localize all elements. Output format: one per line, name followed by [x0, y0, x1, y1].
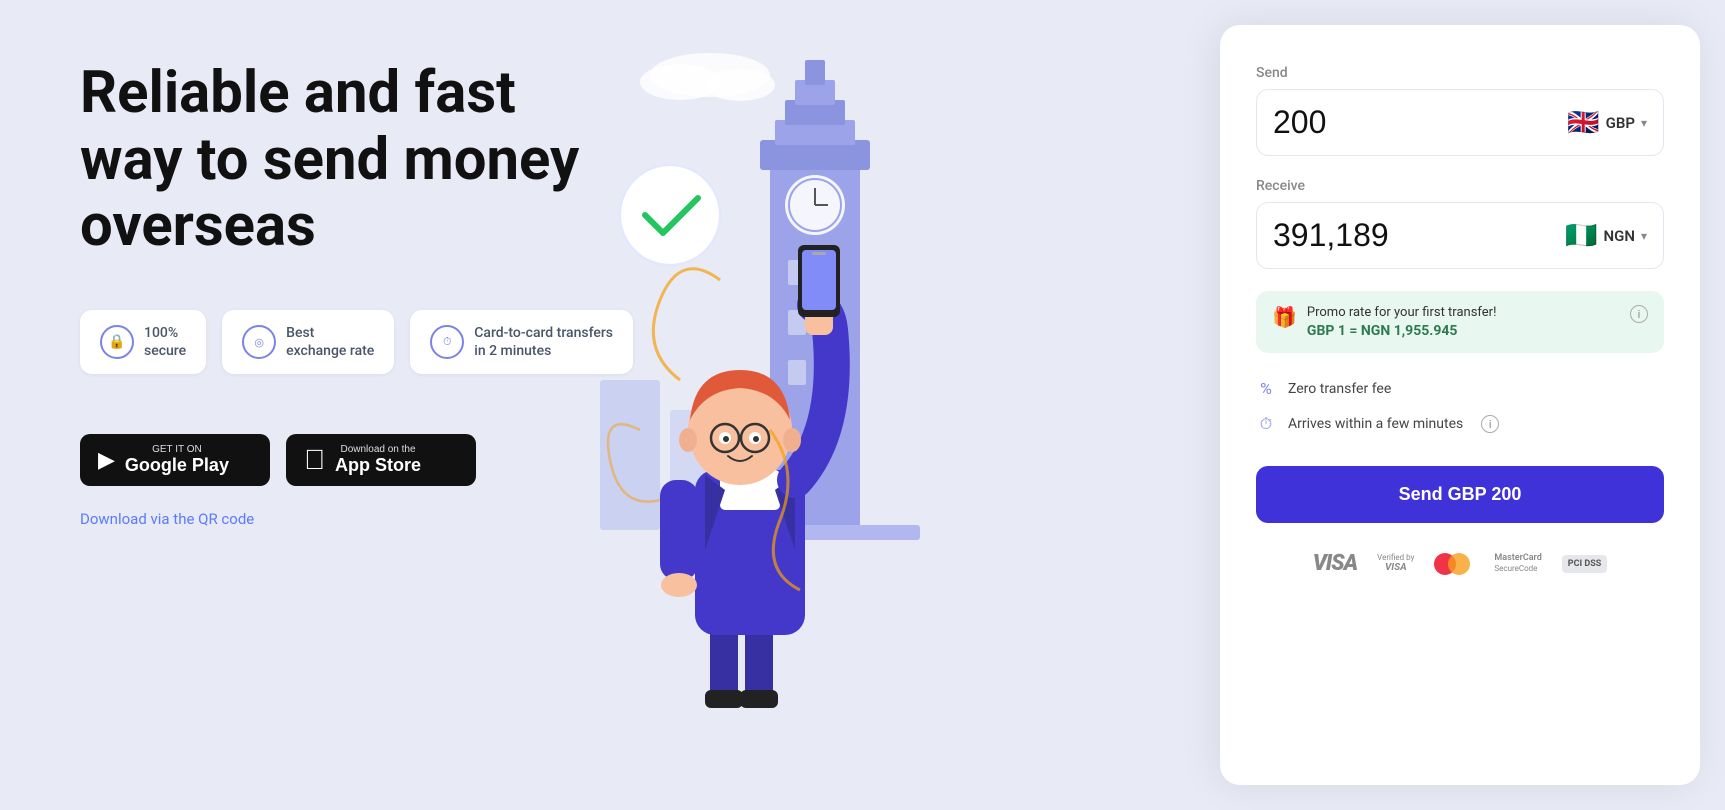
left-content: Reliable and fast way to send money over… — [0, 0, 1220, 810]
app-store-button[interactable]:  Download on the App Store — [286, 434, 476, 486]
google-play-icon: ▶ — [98, 447, 115, 473]
feature-rate: ◎ Bestexchange rate — [222, 310, 394, 374]
visa-logo: VISA — [1313, 551, 1357, 576]
secure-icon: 🔒 — [100, 325, 134, 359]
feature-speed: ⏱ Card-to-card transfersin 2 minutes — [410, 310, 633, 374]
app-store-top-text: Download on the — [335, 445, 421, 455]
features-row: 🔒 100%secure ◎ Bestexchange rate ⏱ Card-… — [80, 310, 1220, 374]
send-currency-code: GBP — [1606, 114, 1635, 132]
send-input-wrapper: 🇬🇧 GBP ▾ — [1256, 89, 1664, 156]
percent-icon: % — [1256, 379, 1276, 398]
send-amount-input[interactable] — [1273, 104, 1567, 141]
google-play-top-text: GET IT ON — [125, 445, 229, 455]
zero-fee-text: Zero transfer fee — [1288, 381, 1391, 397]
receive-amount-input[interactable] — [1273, 217, 1565, 254]
speed-icon: ⏱ — [430, 325, 464, 359]
rate-icon: ◎ — [242, 325, 276, 359]
promo-rate: GBP 1 = NGN 1,955.945 — [1307, 323, 1620, 339]
promo-title: Promo rate for your first transfer! — [1307, 305, 1620, 320]
qr-code-link[interactable]: Download via the QR code — [80, 510, 1220, 528]
google-play-main-text: Google Play — [125, 455, 229, 477]
promo-text-block: Promo rate for your first transfer! GBP … — [1307, 305, 1620, 339]
rate-label: Bestexchange rate — [286, 324, 374, 360]
receive-currency-selector[interactable]: 🇳🇬 NGN ▾ — [1565, 221, 1647, 251]
app-store-main-text: App Store — [335, 455, 421, 477]
arrives-info-icon[interactable]: i — [1481, 415, 1499, 433]
promo-banner: 🎁 Promo rate for your first transfer! GB… — [1256, 291, 1664, 353]
send-button[interactable]: Send GBP 200 — [1256, 466, 1664, 523]
send-currency-chevron: ▾ — [1641, 116, 1647, 130]
pci-dss-badge: PCI DSS — [1562, 555, 1608, 573]
receive-currency-code: NGN — [1604, 227, 1635, 245]
payment-logos: VISA Verified by VISA MasterCard SecureC… — [1256, 543, 1664, 576]
receive-currency-chevron: ▾ — [1641, 229, 1647, 243]
arrives-text: Arrives within a few minutes — [1288, 416, 1463, 432]
verified-visa-logo: Verified by VISA — [1377, 553, 1414, 575]
receive-currency-flag: 🇳🇬 — [1565, 221, 1597, 251]
feature-secure: 🔒 100%secure — [80, 310, 206, 374]
receive-input-wrapper: 🇳🇬 NGN ▾ — [1256, 202, 1664, 269]
speed-label: Card-to-card transfersin 2 minutes — [474, 324, 613, 360]
clock-icon: ⏱ — [1256, 414, 1276, 434]
apple-icon:  — [304, 444, 325, 476]
send-label: Send — [1256, 65, 1664, 81]
receive-label: Receive — [1256, 178, 1664, 194]
headline: Reliable and fast way to send money over… — [80, 60, 600, 260]
google-play-button[interactable]: ▶ GET IT ON Google Play — [80, 434, 270, 486]
promo-emoji: 🎁 — [1272, 305, 1297, 329]
app-buttons: ▶ GET IT ON Google Play  Download on th… — [80, 434, 1220, 486]
send-currency-selector[interactable]: 🇬🇧 GBP ▾ — [1567, 108, 1647, 138]
mastercard-logo — [1434, 553, 1470, 575]
zero-fee-row: % Zero transfer fee — [1256, 371, 1664, 406]
hero-section: Reliable and fast way to send money over… — [0, 0, 1725, 810]
send-currency-flag: 🇬🇧 — [1567, 108, 1599, 138]
transfer-widget: Send 🇬🇧 GBP ▾ Receive 🇳🇬 NGN ▾ 🎁 Promo r… — [1220, 25, 1700, 785]
arrives-row: ⏱ Arrives within a few minutes i — [1256, 406, 1664, 442]
mastercard-secure-logo: MasterCard SecureCode — [1494, 553, 1541, 573]
promo-info-icon[interactable]: i — [1630, 305, 1648, 323]
secure-label: 100%secure — [144, 324, 186, 360]
